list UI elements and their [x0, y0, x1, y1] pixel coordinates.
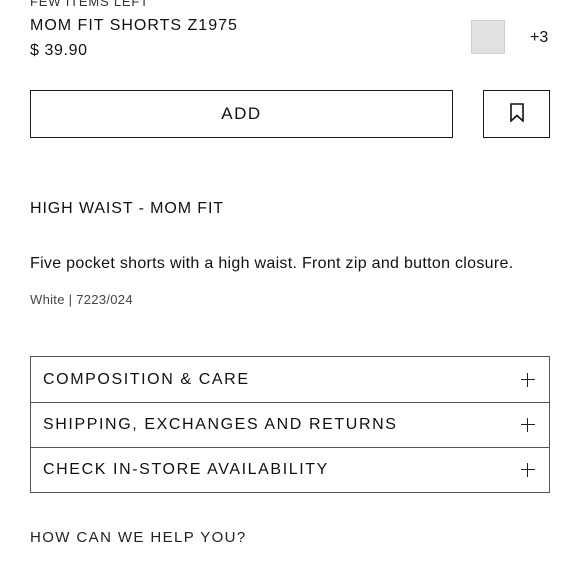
color-swatch-white[interactable] [471, 20, 505, 54]
plus-icon [521, 418, 535, 432]
accordion-label: SHIPPING, EXCHANGES AND RETURNS [43, 416, 398, 433]
accordion-label: CHECK IN-STORE AVAILABILITY [43, 461, 329, 478]
product-price: $ 39.90 [30, 42, 88, 59]
more-colors-link[interactable]: +3 [530, 29, 548, 47]
plus-icon [521, 372, 535, 387]
accordion-label: COMPOSITION & CARE [43, 370, 250, 388]
product-description: Five pocket shorts with a high waist. Fr… [30, 255, 514, 272]
product-name: MOM FIT SHORTS Z1975 [30, 17, 238, 34]
accordion-shipping-returns[interactable]: SHIPPING, EXCHANGES AND RETURNS [31, 402, 549, 447]
color-reference: White | 7223/024 [30, 292, 133, 307]
save-to-wishlist-button[interactable] [483, 90, 550, 138]
bookmark-icon [509, 103, 524, 125]
accordion-store-availability[interactable]: CHECK IN-STORE AVAILABILITY [31, 447, 549, 492]
help-link[interactable]: HOW CAN WE HELP YOU? [30, 529, 247, 546]
stock-status-note: FEW ITEMS LEFT [30, 0, 149, 9]
accordion-composition-care[interactable]: COMPOSITION & CARE [31, 357, 549, 402]
plus-icon [521, 463, 535, 477]
fit-heading: HIGH WAIST - MOM FIT [30, 200, 224, 217]
add-to-bag-button[interactable]: ADD [30, 90, 453, 138]
product-info-accordion: COMPOSITION & CARE SHIPPING, EXCHANGES A… [30, 356, 550, 493]
